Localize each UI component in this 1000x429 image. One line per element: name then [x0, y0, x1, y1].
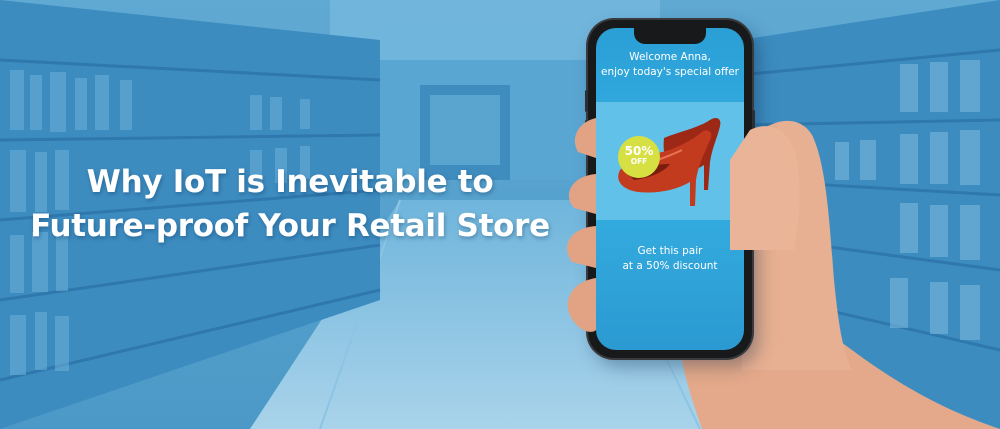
cta-line-2: at a 50% discount [622, 260, 718, 272]
badge-percent: 50% [624, 144, 654, 158]
welcome-line-2: enjoy today's special offer [601, 66, 739, 78]
welcome-message: Welcome Anna, enjoy today's special offe… [596, 50, 744, 80]
welcome-line-1: Welcome Anna, [629, 51, 711, 63]
page-headline: Why IoT is Inevitable to Future-proof Yo… [0, 160, 580, 248]
hero-banner: Why IoT is Inevitable to Future-proof Yo… [0, 0, 1000, 429]
headline-line-1: Why IoT is Inevitable to [86, 164, 494, 200]
hand-thumb-illustration [730, 126, 800, 250]
headline-line-2: Future-proof Your Retail Store [30, 208, 550, 244]
offer-cta-text: Get this pair at a 50% discount [596, 244, 744, 274]
discount-badge: 50% OFF [618, 136, 660, 178]
phone-screen: Welcome Anna, enjoy today's special offe… [596, 28, 744, 350]
badge-off-label: OFF [630, 157, 648, 166]
cta-line-1: Get this pair [637, 245, 703, 257]
phone-volume-button [585, 90, 588, 112]
phone-notch [634, 28, 706, 44]
